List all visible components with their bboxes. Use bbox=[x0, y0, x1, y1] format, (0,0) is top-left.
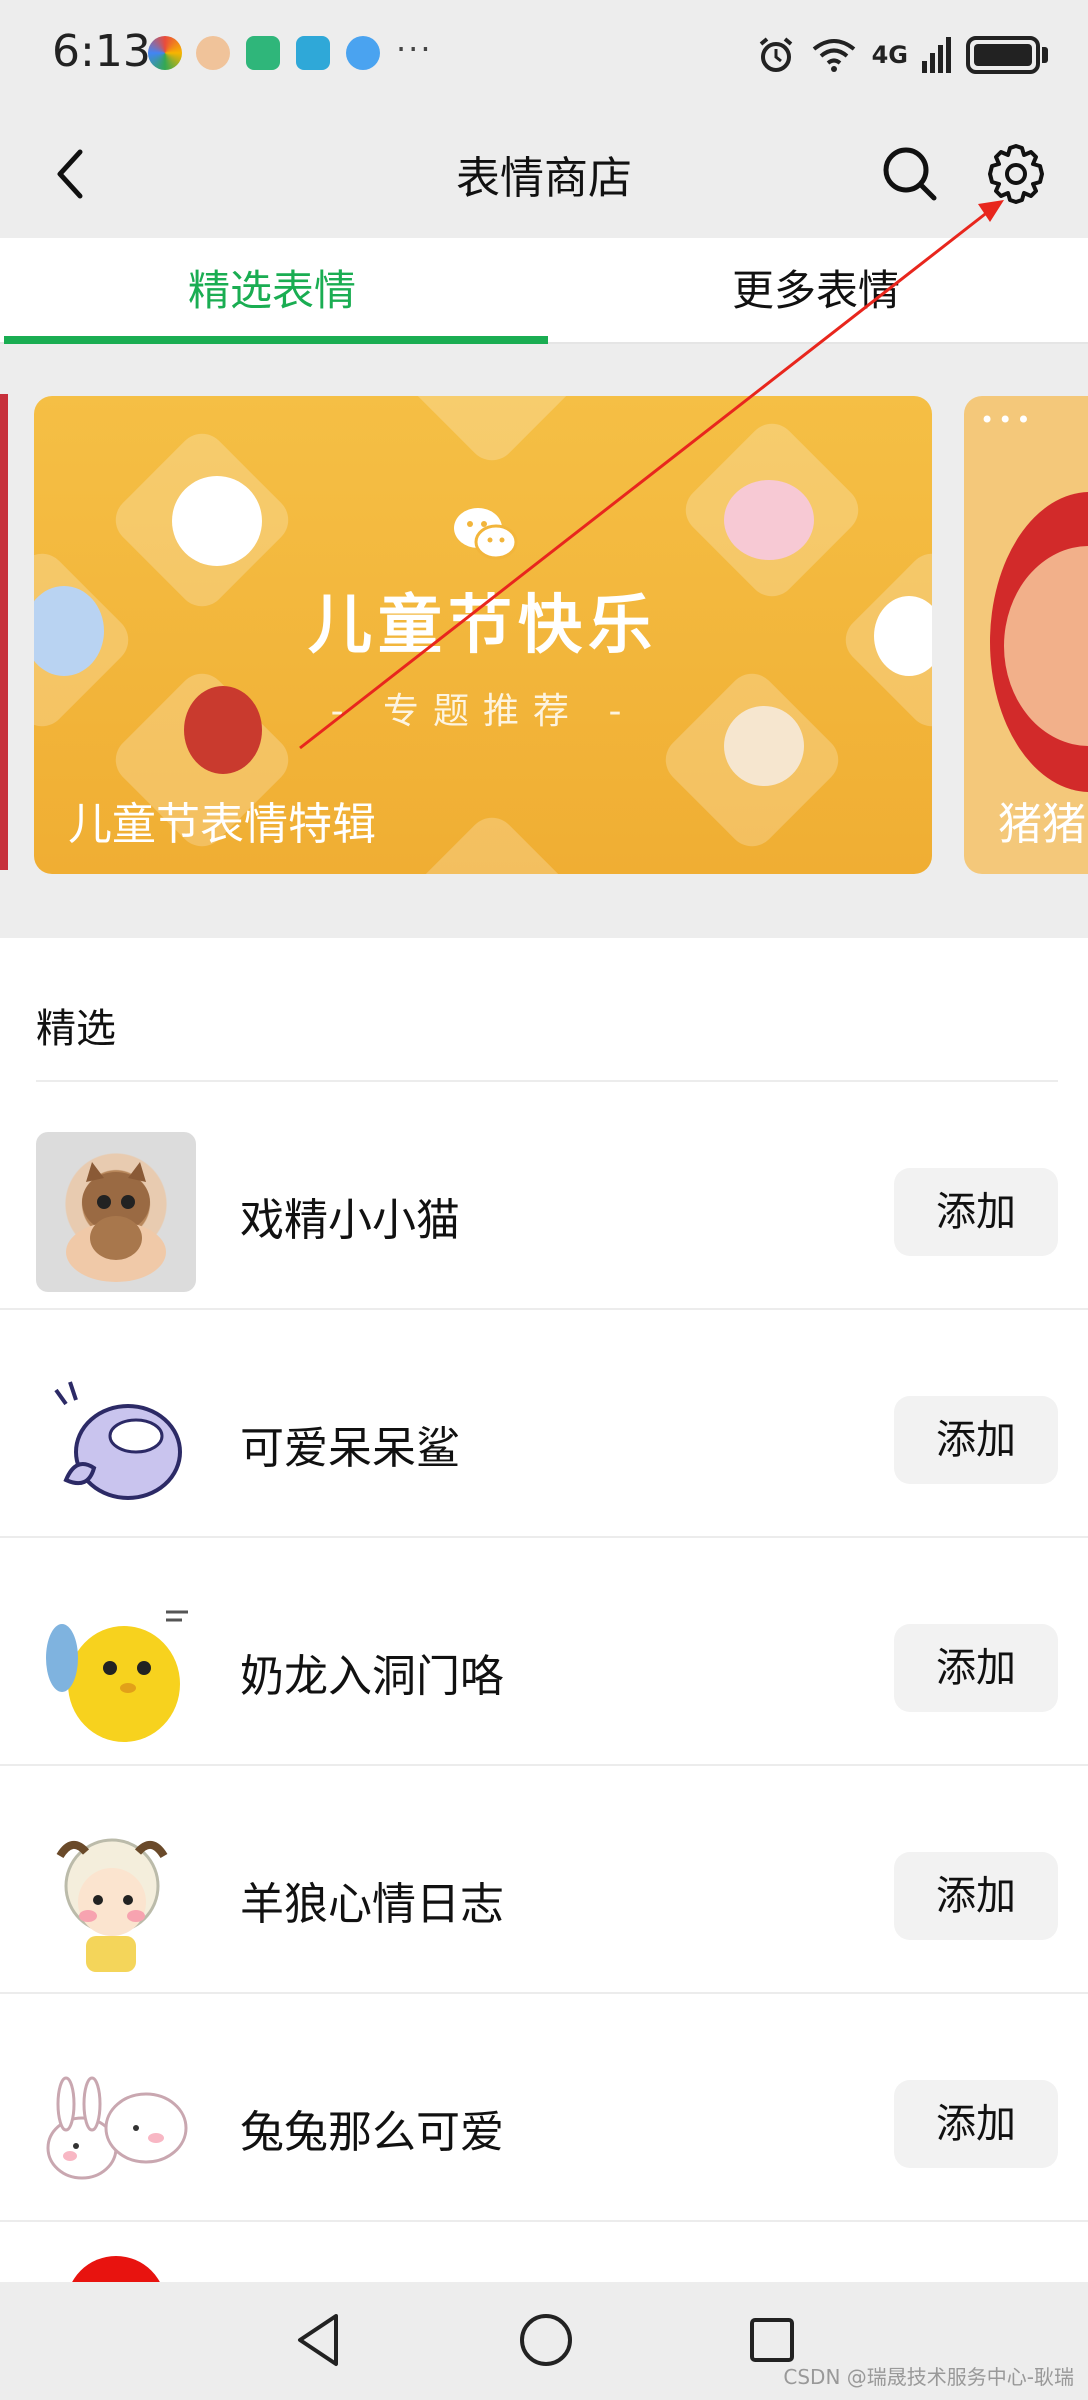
shark-image bbox=[54, 1381, 182, 1500]
pack-thumbnail bbox=[36, 1132, 196, 1292]
gear-icon[interactable] bbox=[978, 136, 1054, 212]
banner-pattern-tile bbox=[395, 807, 589, 874]
pack-thumbnail bbox=[36, 2044, 196, 2204]
notification-app-icon bbox=[148, 36, 182, 70]
add-button[interactable]: 添加 bbox=[894, 2080, 1058, 2168]
pack-name: 羊狼心情日志 bbox=[240, 1879, 504, 1930]
wifi-icon bbox=[812, 39, 855, 72]
kitten-image bbox=[66, 1162, 166, 1282]
section-title: 精选 bbox=[36, 1006, 116, 1052]
next-banner-caption: 猪猪 bbox=[998, 799, 1086, 850]
wechat-logo-icon bbox=[454, 508, 518, 560]
sticker-pack-row[interactable]: 可爱呆呆鲨 添加 bbox=[0, 1310, 1088, 1538]
sticker-pack-row[interactable]: 兔兔那么可爱 添加 bbox=[0, 1994, 1088, 2222]
sticker-cat-image bbox=[172, 476, 262, 566]
network-type-label: 4G bbox=[871, 41, 908, 69]
sheep-image bbox=[56, 1838, 168, 1972]
banner-dots-icon: ••• bbox=[980, 406, 1035, 434]
sticker-pack-row[interactable]: 羊狼心情日志 添加 bbox=[0, 1766, 1088, 1994]
banner-caption: 儿童节表情特辑 bbox=[68, 799, 376, 850]
yellow-dragon-image bbox=[46, 1610, 188, 1742]
system-status-icons: 4G bbox=[756, 30, 1048, 80]
pack-thumbnail bbox=[36, 1588, 196, 1748]
pack-name: 兔兔那么可爱 bbox=[240, 2107, 504, 2158]
notification-travel-icon bbox=[296, 36, 330, 70]
bunny-image bbox=[46, 2076, 188, 2180]
sticker-pig-image bbox=[724, 480, 814, 560]
childrens-day-banner[interactable]: 儿童节快乐 - 专题推荐 - 儿童节表情特辑 bbox=[34, 396, 932, 874]
featured-section: 精选 戏精小小猫 添加 可爱呆呆鲨 添加 奶龙入洞门咯 添加 羊狼心情日志 添加… bbox=[0, 938, 1088, 2282]
notification-weather-icon bbox=[346, 36, 380, 70]
nav-bar: 表情商店 bbox=[0, 112, 1088, 238]
watermark: CSDN @瑞晟技术服务中心-耿瑞 bbox=[783, 2365, 1074, 2389]
banner-subtitle: - 专题推荐 - bbox=[330, 691, 636, 732]
more-notifications-icon: ··· bbox=[396, 30, 433, 68]
sticker-pack-row[interactable]: 奶龙入洞门咯 添加 bbox=[0, 1538, 1088, 1766]
banner-headline: 儿童节快乐 bbox=[308, 589, 658, 663]
add-button[interactable]: 添加 bbox=[894, 1852, 1058, 1940]
next-banner-peek[interactable]: ••• 猪猪 bbox=[964, 396, 1088, 874]
next-pack-thumbnail-partial bbox=[66, 2256, 166, 2282]
tab-bar: 精选表情 更多表情 bbox=[0, 238, 1088, 344]
previous-banner-edge[interactable] bbox=[0, 394, 8, 870]
add-button[interactable]: 添加 bbox=[894, 1624, 1058, 1712]
add-button[interactable]: 添加 bbox=[894, 1396, 1058, 1484]
notification-shield-icon bbox=[246, 36, 280, 70]
alarm-icon bbox=[759, 37, 792, 72]
tab-more-stickers[interactable]: 更多表情 bbox=[544, 238, 1088, 344]
sticker-pack-row[interactable]: 戏精小小猫 添加 bbox=[0, 1082, 1088, 1310]
tab-featured-stickers[interactable]: 精选表情 bbox=[0, 238, 544, 344]
status-bar: 6:13 ··· 4G bbox=[0, 0, 1088, 112]
active-tab-indicator bbox=[4, 336, 548, 344]
signal-icon bbox=[922, 37, 951, 73]
pack-name: 奶龙入洞门咯 bbox=[240, 1651, 504, 1702]
system-navigation-bar: CSDN @瑞晟技术服务中心-耿瑞 bbox=[0, 2282, 1088, 2400]
search-icon[interactable] bbox=[872, 136, 948, 212]
banner-pattern-tile bbox=[395, 396, 589, 471]
battery-icon bbox=[966, 36, 1040, 74]
notification-avatar-icon bbox=[196, 36, 230, 70]
pack-name: 戏精小小猫 bbox=[240, 1195, 460, 1246]
nav-home-circle-icon[interactable] bbox=[514, 2308, 578, 2372]
add-button[interactable]: 添加 bbox=[894, 1168, 1058, 1256]
pack-thumbnail bbox=[36, 1816, 196, 1976]
pack-name: 可爱呆呆鲨 bbox=[240, 1423, 460, 1474]
status-time: 6:13 bbox=[52, 26, 151, 77]
nav-back-triangle-icon[interactable] bbox=[288, 2308, 352, 2372]
battery-tip bbox=[1042, 47, 1048, 63]
banner-carousel[interactable]: 儿童节快乐 - 专题推荐 - 儿童节表情特辑 ••• 猪猪 bbox=[0, 346, 1088, 938]
pack-thumbnail bbox=[36, 1360, 196, 1520]
